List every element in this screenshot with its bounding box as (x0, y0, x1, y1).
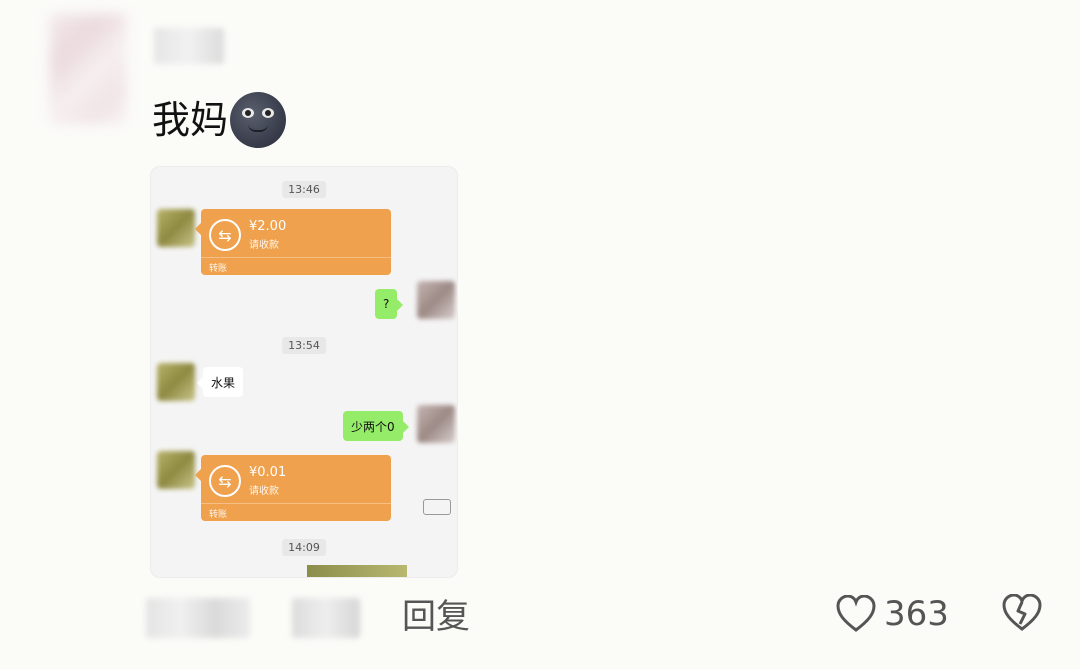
receiver-avatar (417, 405, 455, 443)
chat-screenshot-image[interactable]: 13:46 ⇆ ¥2.00 请收款 转账 ? 13:54 水果 少两个0 ⇆ ¥… (150, 166, 458, 578)
transfer-label: 转账 (201, 503, 391, 521)
sender-avatar (157, 451, 195, 489)
transfer-status: 请收款 (249, 486, 279, 497)
reply-button[interactable]: 回复 (402, 595, 470, 639)
comment-body: 我妈 (152, 98, 229, 142)
like-count: 363 (884, 594, 949, 634)
timestamp: 13:46 (282, 181, 326, 198)
message-bubble-two-zeros: 少两个0 (343, 411, 409, 441)
sender-avatar (157, 209, 195, 247)
transfer-icon: ⇆ (209, 465, 241, 497)
transfer-card: ⇆ ¥0.01 请收款 转账 (195, 455, 391, 521)
sender-avatar (157, 363, 195, 401)
transfer-amount: ¥2.00 (249, 219, 287, 234)
like-button[interactable]: 363 (836, 592, 949, 636)
dislike-button[interactable] (1002, 593, 1042, 636)
receiver-avatar (417, 281, 455, 319)
image-message-thumbnail (307, 565, 407, 577)
transfer-card: ⇆ ¥2.00 请收款 转账 (195, 209, 391, 275)
comment-time (292, 598, 360, 638)
transfer-status: 请收款 (249, 240, 279, 251)
transfer-amount: ¥0.01 (249, 465, 287, 480)
new-moon-face-icon (230, 92, 287, 148)
message-bubble-question: ? (375, 289, 404, 319)
message-bubble-fruit: 水果 (196, 367, 244, 397)
avatar[interactable] (50, 14, 126, 124)
timestamp: 14:09 (282, 539, 326, 556)
transfer-icon: ⇆ (209, 219, 241, 251)
username[interactable] (154, 28, 224, 64)
comment-text: 我妈 (152, 92, 287, 148)
voice-icon (423, 499, 451, 515)
transfer-label: 转账 (201, 257, 391, 275)
heart-icon (836, 595, 876, 632)
comment-location (146, 598, 250, 638)
timestamp: 13:54 (282, 337, 326, 354)
broken-heart-icon (1002, 593, 1042, 631)
